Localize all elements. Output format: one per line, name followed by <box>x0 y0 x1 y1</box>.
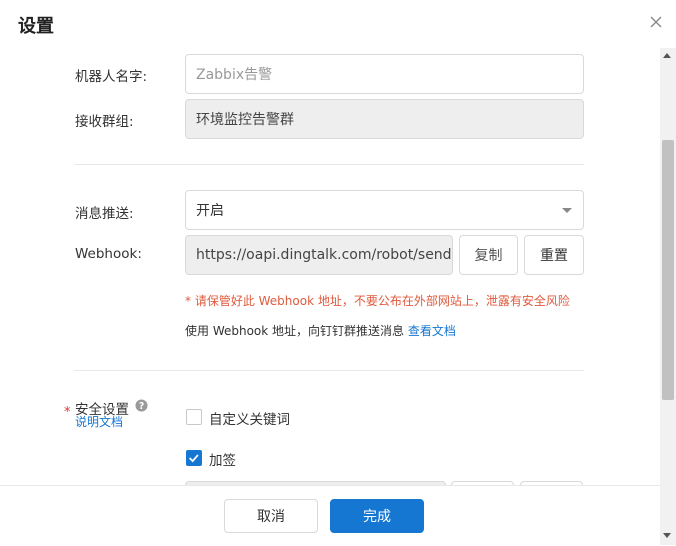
required-mark: * <box>64 405 71 420</box>
svg-text:?: ? <box>139 401 144 412</box>
keyword-checkbox-label: 自定义关键词 <box>209 412 290 428</box>
push-select-value: 开启 <box>196 203 224 219</box>
settings-dialog: 设置 机器人名字: Zabbix告警 接收群组: 环境监控告警群 消息推送: 开… <box>0 0 676 546</box>
scroll-up-arrow-icon[interactable] <box>663 53 671 58</box>
robot-name-label: 机器人名字: <box>75 69 148 85</box>
group-field: 环境监控告警群 <box>185 99 584 139</box>
security-doc-link[interactable]: 说明文档 <box>75 413 123 430</box>
dialog-title: 设置 <box>18 16 54 37</box>
group-label: 接收群组: <box>75 114 134 130</box>
scroll-down-arrow-icon[interactable] <box>663 533 671 538</box>
check-icon <box>189 454 199 463</box>
close-icon[interactable] <box>648 14 664 30</box>
divider <box>74 164 584 165</box>
dialog-header: 设置 <box>0 0 676 48</box>
webhook-warning: * 请保管好此 Webhook 地址，不要公布在外部网站上，泄露有安全风险 <box>185 294 570 308</box>
sign-checkbox[interactable] <box>186 450 202 466</box>
dialog-footer: 取消 完成 <box>0 485 660 546</box>
done-button[interactable]: 完成 <box>330 499 424 533</box>
push-select[interactable]: 开启 <box>185 190 584 230</box>
copy-button[interactable]: 复制 <box>459 235 518 275</box>
webhook-label: Webhook: <box>75 246 142 262</box>
webhook-field: https://oapi.dingtalk.com/robot/send?ac <box>185 235 453 275</box>
keyword-checkbox[interactable] <box>186 409 202 425</box>
robot-name-input[interactable]: Zabbix告警 <box>185 54 584 94</box>
webhook-hint: 使用 Webhook 地址，向钉钉群推送消息 查看文档 <box>185 322 456 339</box>
reset-button[interactable]: 重置 <box>524 235 584 275</box>
webhook-hint-text: 使用 Webhook 地址，向钉钉群推送消息 <box>185 324 405 338</box>
dialog-body: 机器人名字: Zabbix告警 接收群组: 环境监控告警群 消息推送: 开启 W… <box>0 48 660 485</box>
divider <box>74 370 584 371</box>
chevron-down-icon <box>562 208 572 213</box>
sign-checkbox-label: 加签 <box>209 453 236 469</box>
scrollbar-thumb[interactable] <box>662 140 674 400</box>
push-label: 消息推送: <box>75 206 134 222</box>
cancel-button[interactable]: 取消 <box>224 499 318 533</box>
help-icon[interactable]: ? <box>135 399 148 412</box>
view-docs-link[interactable]: 查看文档 <box>408 324 456 338</box>
